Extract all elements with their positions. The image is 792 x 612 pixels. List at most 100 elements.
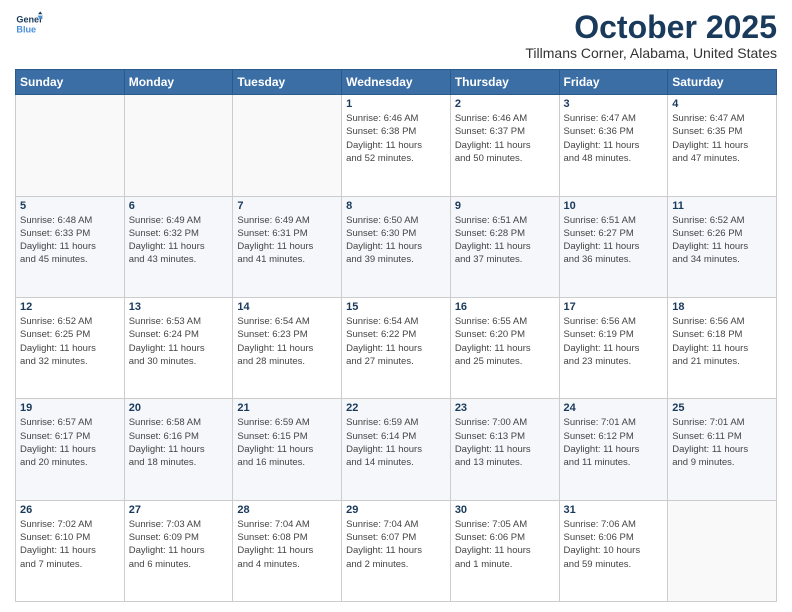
day-number: 29	[346, 504, 446, 516]
weekday-header-row: Sunday Monday Tuesday Wednesday Thursday…	[16, 70, 777, 95]
day-number: 9	[455, 200, 555, 212]
day-number: 16	[455, 301, 555, 313]
day-info: Sunrise: 7:04 AMSunset: 6:07 PMDaylight:…	[346, 518, 446, 571]
table-row: 28Sunrise: 7:04 AMSunset: 6:08 PMDayligh…	[233, 500, 342, 601]
table-row: 9 Sunrise: 6:51 AMSunset: 6:28 PMDaylight…	[450, 196, 559, 297]
calendar-week-4: 19 Sunrise: 6:57 AMSunset: 6:17 PMDayligh…	[16, 399, 777, 500]
table-row: 24 Sunrise: 7:01 AMSunset: 6:12 PMDayligh…	[559, 399, 668, 500]
day-number: 10	[564, 200, 664, 212]
header-friday: Friday	[559, 70, 668, 95]
table-row: 20 Sunrise: 6:58 AMSunset: 6:16 PMDayligh…	[124, 399, 233, 500]
day-number: 20	[129, 402, 229, 414]
table-row: 25 Sunrise: 7:01 AMSunset: 6:11 PMDayligh…	[668, 399, 777, 500]
day-info: Sunrise: 6:53 AMSunset: 6:24 PMDaylight:…	[129, 315, 229, 368]
day-info: Sunrise: 6:54 AMSunset: 6:22 PMDaylight:…	[346, 315, 446, 368]
day-info: Sunrise: 7:02 AMSunset: 6:10 PMDaylight:…	[20, 518, 120, 571]
table-row: 2Sunrise: 6:46 AMSunset: 6:37 PMDaylight…	[450, 95, 559, 196]
table-row: 7 Sunrise: 6:49 AMSunset: 6:31 PMDaylight…	[233, 196, 342, 297]
day-number: 22	[346, 402, 446, 414]
table-row	[124, 95, 233, 196]
day-info: Sunrise: 6:51 AMSunset: 6:28 PMDaylight:…	[455, 214, 555, 267]
day-info: Sunrise: 6:56 AMSunset: 6:18 PMDaylight:…	[672, 315, 772, 368]
day-number: 17	[564, 301, 664, 313]
header-tuesday: Tuesday	[233, 70, 342, 95]
header-saturday: Saturday	[668, 70, 777, 95]
table-row	[668, 500, 777, 601]
table-row: 17Sunrise: 6:56 AMSunset: 6:19 PMDayligh…	[559, 297, 668, 398]
day-number: 24	[564, 402, 664, 414]
title-block: October 2025 Tillmans Corner, Alabama, U…	[525, 10, 777, 61]
day-info: Sunrise: 7:01 AMSunset: 6:11 PMDaylight:…	[672, 416, 772, 469]
svg-text:Blue: Blue	[16, 24, 36, 34]
table-row: 5 Sunrise: 6:48 AMSunset: 6:33 PMDaylight…	[16, 196, 125, 297]
table-row: 6Sunrise: 6:49 AMSunset: 6:32 PMDaylight…	[124, 196, 233, 297]
table-row: 15 Sunrise: 6:54 AMSunset: 6:22 PMDayligh…	[342, 297, 451, 398]
calendar-week-2: 5 Sunrise: 6:48 AMSunset: 6:33 PMDaylight…	[16, 196, 777, 297]
day-info: Sunrise: 6:55 AMSunset: 6:20 PMDaylight:…	[455, 315, 555, 368]
day-number: 13	[129, 301, 229, 313]
day-info: Sunrise: 6:50 AMSunset: 6:30 PMDaylight:…	[346, 214, 446, 267]
header-monday: Monday	[124, 70, 233, 95]
day-info: Sunrise: 6:52 AMSunset: 6:26 PMDaylight:…	[672, 214, 772, 267]
day-number: 31	[564, 504, 664, 516]
day-info: Sunrise: 6:49 AMSunset: 6:31 PMDaylight:…	[237, 214, 337, 267]
day-number: 23	[455, 402, 555, 414]
day-number: 25	[672, 402, 772, 414]
day-info: Sunrise: 6:48 AMSunset: 6:33 PMDaylight:…	[20, 214, 120, 267]
logo: General Blue	[15, 10, 43, 38]
day-info: Sunrise: 7:06 AMSunset: 6:06 PMDaylight:…	[564, 518, 664, 571]
table-row: 16 Sunrise: 6:55 AMSunset: 6:20 PMDayligh…	[450, 297, 559, 398]
header: General Blue October 2025 Tillmans Corne…	[15, 10, 777, 61]
day-number: 21	[237, 402, 337, 414]
table-row: 19 Sunrise: 6:57 AMSunset: 6:17 PMDayligh…	[16, 399, 125, 500]
day-info: Sunrise: 6:59 AMSunset: 6:15 PMDaylight:…	[237, 416, 337, 469]
day-number: 26	[20, 504, 120, 516]
table-row: 31 Sunrise: 7:06 AMSunset: 6:06 PMDayligh…	[559, 500, 668, 601]
table-row: 30Sunrise: 7:05 AMSunset: 6:06 PMDayligh…	[450, 500, 559, 601]
table-row: 23 Sunrise: 7:00 AMSunset: 6:13 PMDayligh…	[450, 399, 559, 500]
table-row: 3 Sunrise: 6:47 AMSunset: 6:36 PMDaylight…	[559, 95, 668, 196]
table-row: 26 Sunrise: 7:02 AMSunset: 6:10 PMDayligh…	[16, 500, 125, 601]
table-row: 11 Sunrise: 6:52 AMSunset: 6:26 PMDayligh…	[668, 196, 777, 297]
day-info: Sunrise: 6:47 AMSunset: 6:36 PMDaylight:…	[564, 112, 664, 165]
day-info: Sunrise: 6:46 AMSunset: 6:38 PMDaylight:…	[346, 112, 446, 165]
day-number: 18	[672, 301, 772, 313]
day-number: 27	[129, 504, 229, 516]
day-info: Sunrise: 6:52 AMSunset: 6:25 PMDaylight:…	[20, 315, 120, 368]
header-thursday: Thursday	[450, 70, 559, 95]
calendar-week-5: 26 Sunrise: 7:02 AMSunset: 6:10 PMDayligh…	[16, 500, 777, 601]
table-row: 22 Sunrise: 6:59 AMSunset: 6:14 PMDayligh…	[342, 399, 451, 500]
day-info: Sunrise: 6:58 AMSunset: 6:16 PMDaylight:…	[129, 416, 229, 469]
day-number: 7	[237, 200, 337, 212]
day-info: Sunrise: 6:49 AMSunset: 6:32 PMDaylight:…	[129, 214, 229, 267]
day-info: Sunrise: 6:47 AMSunset: 6:35 PMDaylight:…	[672, 112, 772, 165]
day-number: 12	[20, 301, 120, 313]
table-row: 27 Sunrise: 7:03 AMSunset: 6:09 PMDayligh…	[124, 500, 233, 601]
day-number: 14	[237, 301, 337, 313]
header-wednesday: Wednesday	[342, 70, 451, 95]
day-number: 3	[564, 98, 664, 110]
day-info: Sunrise: 7:00 AMSunset: 6:13 PMDaylight:…	[455, 416, 555, 469]
day-number: 15	[346, 301, 446, 313]
day-number: 4	[672, 98, 772, 110]
page: General Blue October 2025 Tillmans Corne…	[0, 0, 792, 612]
day-info: Sunrise: 7:01 AMSunset: 6:12 PMDaylight:…	[564, 416, 664, 469]
day-number: 5	[20, 200, 120, 212]
table-row: 13 Sunrise: 6:53 AMSunset: 6:24 PMDayligh…	[124, 297, 233, 398]
calendar-table: Sunday Monday Tuesday Wednesday Thursday…	[15, 69, 777, 602]
table-row: 4 Sunrise: 6:47 AMSunset: 6:35 PMDaylight…	[668, 95, 777, 196]
table-row: 1Sunrise: 6:46 AMSunset: 6:38 PMDaylight…	[342, 95, 451, 196]
table-row: 12 Sunrise: 6:52 AMSunset: 6:25 PMDayligh…	[16, 297, 125, 398]
day-info: Sunrise: 7:03 AMSunset: 6:09 PMDaylight:…	[129, 518, 229, 571]
day-info: Sunrise: 6:57 AMSunset: 6:17 PMDaylight:…	[20, 416, 120, 469]
day-number: 11	[672, 200, 772, 212]
logo-icon: General Blue	[15, 10, 43, 38]
table-row: 14Sunrise: 6:54 AMSunset: 6:23 PMDayligh…	[233, 297, 342, 398]
table-row: 10Sunrise: 6:51 AMSunset: 6:27 PMDayligh…	[559, 196, 668, 297]
day-info: Sunrise: 6:46 AMSunset: 6:37 PMDaylight:…	[455, 112, 555, 165]
day-info: Sunrise: 6:59 AMSunset: 6:14 PMDaylight:…	[346, 416, 446, 469]
day-number: 19	[20, 402, 120, 414]
table-row	[16, 95, 125, 196]
day-info: Sunrise: 7:05 AMSunset: 6:06 PMDaylight:…	[455, 518, 555, 571]
calendar-week-1: 1Sunrise: 6:46 AMSunset: 6:38 PMDaylight…	[16, 95, 777, 196]
